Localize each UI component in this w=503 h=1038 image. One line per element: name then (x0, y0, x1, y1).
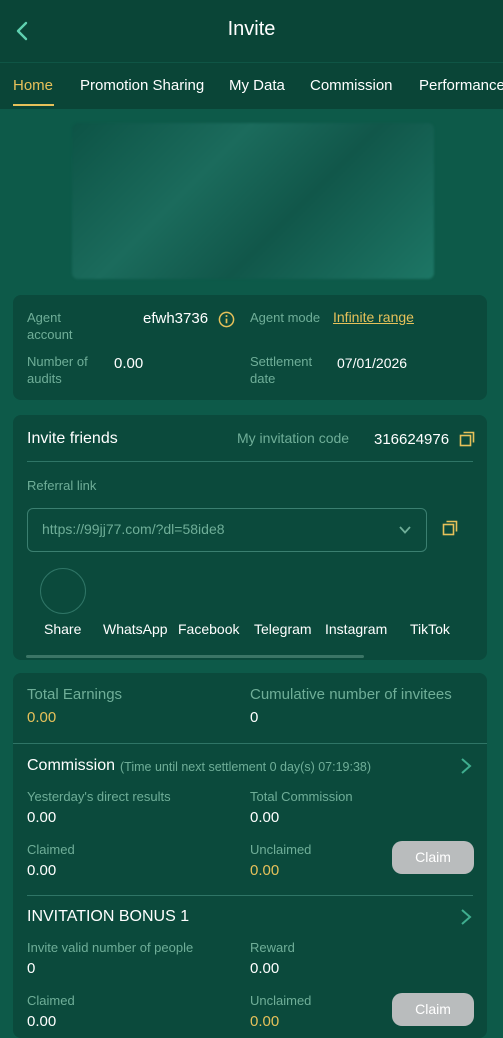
tab-bar: Home Promotion Sharing My Data Commissio… (0, 62, 503, 109)
commission-chevron-right-icon[interactable] (459, 757, 473, 775)
telegram-label[interactable]: Telegram (254, 621, 312, 637)
bonus-chevron-right-icon[interactable] (459, 908, 473, 926)
bonus-claimed-value: 0.00 (27, 1013, 57, 1030)
referral-link-field[interactable]: https://99jj77.com/?dl=58ide8 (27, 508, 427, 552)
yesterday-results-value: 0.00 (27, 809, 57, 826)
earnings-divider (13, 743, 487, 744)
invite-friends-title: Invite friends (27, 430, 118, 447)
page-title: Invite (227, 18, 276, 40)
settlement-date-value: 07/01/2026 (337, 355, 408, 371)
earnings-card: Total Earnings 0.00 Cumulative number of… (13, 673, 487, 1038)
agent-info-card: Agent account efwh3736 Agent mode Infini… (13, 295, 487, 400)
tiktok-label[interactable]: TikTok (410, 621, 450, 637)
agent-account-value: efwh3736 (143, 310, 209, 327)
agent-mode-label: Agent mode (250, 310, 321, 325)
share-icon[interactable] (40, 568, 86, 614)
agent-account-label: Agent account (27, 310, 73, 342)
tab-commission[interactable]: Commission (310, 77, 393, 94)
audits-value: 0.00 (114, 355, 144, 372)
commission-claim-button[interactable]: Claim (392, 841, 474, 874)
facebook-label[interactable]: Facebook (178, 621, 239, 637)
valid-invitees-label: Invite valid number of people (27, 940, 194, 955)
commission-countdown: (Time until next settlement 0 day(s) 07:… (120, 760, 372, 774)
invitees-label: Cumulative number of invitees (250, 686, 452, 703)
instagram-label[interactable]: Instagram (325, 621, 387, 637)
reward-value: 0.00 (250, 960, 280, 977)
info-icon[interactable] (218, 311, 235, 328)
yesterday-results-label: Yesterday's direct results (27, 789, 171, 804)
bonus-claimed-label: Claimed (27, 993, 75, 1008)
share-label[interactable]: Share (44, 621, 81, 637)
share-scrollbar[interactable] (26, 655, 364, 658)
commission-claimed-value: 0.00 (27, 862, 57, 879)
invite-divider (27, 461, 473, 462)
whatsapp-label[interactable]: WhatsApp (103, 621, 168, 637)
bonus-unclaimed-label: Unclaimed (250, 993, 312, 1008)
tab-my-data[interactable]: My Data (229, 77, 285, 94)
copy-link-icon[interactable] (442, 520, 458, 536)
commission-unclaimed-value: 0.00 (250, 862, 280, 879)
active-tab-indicator (13, 104, 54, 106)
total-earnings-label: Total Earnings (27, 686, 123, 703)
invitees-value: 0 (250, 709, 259, 726)
commission-unclaimed-label: Unclaimed (250, 842, 312, 857)
referral-link-label: Referral link (27, 478, 97, 493)
referral-link-value: https://99jj77.com/?dl=58ide8 (42, 521, 225, 537)
tab-promotion-sharing[interactable]: Promotion Sharing (80, 77, 204, 94)
promo-banner (72, 123, 434, 279)
bonus-claim-button[interactable]: Claim (392, 993, 474, 1026)
invitation-code-value: 316624976 (374, 431, 450, 448)
reward-label: Reward (250, 940, 295, 955)
invitation-code-label: My invitation code (237, 430, 350, 446)
chevron-down-icon[interactable] (398, 523, 412, 537)
invite-friends-card: Invite friends My invitation code 316624… (13, 415, 487, 660)
total-commission-value: 0.00 (250, 809, 280, 826)
header-bar: Invite (0, 0, 503, 62)
agent-mode-value[interactable]: Infinite range (333, 309, 414, 325)
tab-home[interactable]: Home (13, 77, 53, 94)
commission-claimed-label: Claimed (27, 842, 75, 857)
tab-performance[interactable]: Performance (419, 77, 503, 94)
bonus-unclaimed-value: 0.00 (250, 1013, 280, 1030)
commission-divider (27, 895, 473, 896)
copy-code-icon[interactable] (459, 431, 475, 447)
total-earnings-value: 0.00 (27, 709, 57, 726)
commission-title: Commission (27, 757, 116, 774)
bonus-title: INVITATION BONUS 1 (27, 908, 190, 925)
settlement-date-label: Settlement date (250, 354, 313, 386)
total-commission-label: Total Commission (250, 789, 353, 804)
audits-label: Number of audits (27, 354, 88, 386)
valid-invitees-value: 0 (27, 960, 36, 977)
